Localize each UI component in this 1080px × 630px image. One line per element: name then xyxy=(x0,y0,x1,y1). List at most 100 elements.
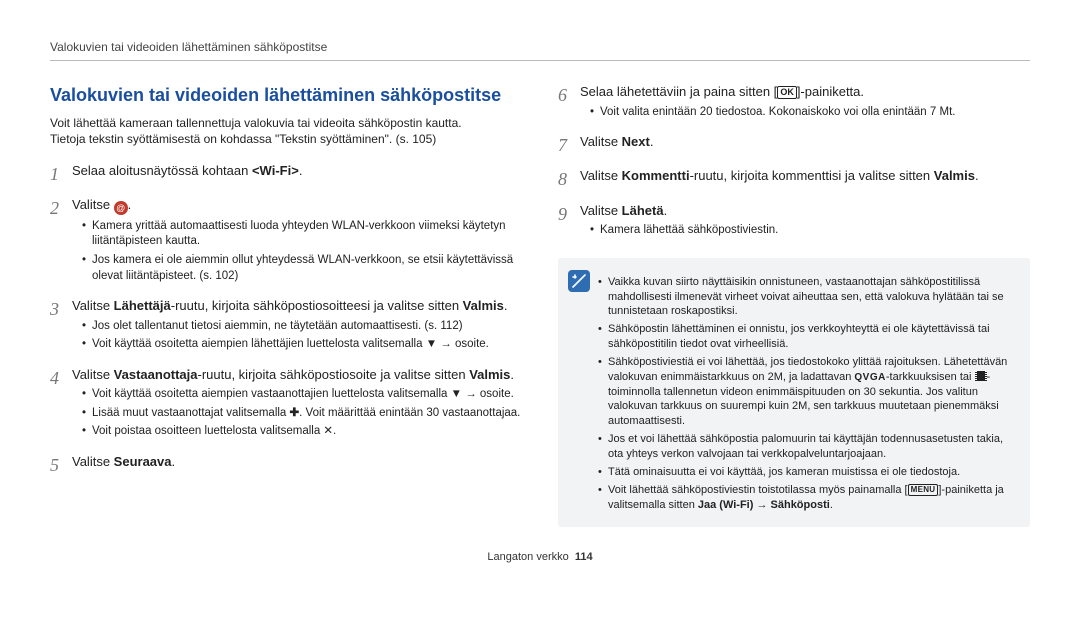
t: . xyxy=(664,203,668,218)
step-4-bullets: Voit käyttää osoitetta aiempien vastaano… xyxy=(72,387,522,440)
note-bullets: Vaikka kuvan siirto näyttäisikin onnistu… xyxy=(598,272,1018,516)
page-number: 114 xyxy=(575,551,593,563)
step-5: 5 Valitse Seuraava. xyxy=(50,453,522,477)
step-6: 6 Selaa lähetettäviin ja paina sitten [O… xyxy=(558,83,1030,123)
note-item: Sähköpostiviestiä ei voi lähettää, jos t… xyxy=(598,355,1018,429)
t: Voit lähettää sähköpostiviestin toistoti… xyxy=(608,484,908,496)
t: . xyxy=(975,168,979,183)
header-rule xyxy=(50,60,1030,61)
wifi-tag: <Wi-Fi> xyxy=(252,163,299,178)
intro-text: Voit lähettää kameraan tallennettuja val… xyxy=(50,115,522,147)
t: Lisää muut vastaanottajat valitsemalla xyxy=(92,407,290,419)
next-label: Seuraava xyxy=(114,454,172,469)
t: Valitse xyxy=(72,298,114,313)
done-label: Valmis xyxy=(469,367,510,382)
step-2: 2 Valitse @. Kamera yrittää automaattise… xyxy=(50,196,522,287)
page-root: Valokuvien tai videoiden lähettäminen sä… xyxy=(0,0,1080,583)
t: -ruutu, kirjoita sähköpostiosoite ja val… xyxy=(198,367,470,382)
step-9: 9 Valitse Lähetä. Kamera lähettää sähköp… xyxy=(558,202,1030,242)
step-3: 3 Valitse Lähettäjä-ruutu, kirjoita sähk… xyxy=(50,297,522,356)
arrow: → xyxy=(753,499,770,511)
step-2-post: . xyxy=(128,197,132,212)
step-3-text: Valitse Lähettäjä-ruutu, kirjoita sähköp… xyxy=(72,297,522,315)
step-2-pre: Valitse xyxy=(72,197,114,212)
step-number: 4 xyxy=(50,366,72,390)
ok-button-icon: OK xyxy=(777,86,797,99)
done-label: Valmis xyxy=(934,168,975,183)
step-1-pre: Selaa aloitusnäytössä kohtaan xyxy=(72,163,252,178)
plus-icon: ✚ xyxy=(290,407,300,419)
step-3-bullets: Jos olet tallentanut tietosi aiemmin, ne… xyxy=(72,319,522,353)
t: Valitse xyxy=(72,367,114,382)
note-box: Vaikka kuvan siirto näyttäisikin onnistu… xyxy=(558,258,1030,528)
sender-label: Lähettäjä xyxy=(114,298,171,313)
step-8-text: Valitse Kommentti-ruutu, kirjoita kommen… xyxy=(580,167,1030,185)
bullet: Lisää muut vastaanottajat valitsemalla ✚… xyxy=(82,406,522,422)
intro-line-a: Voit lähettää kameraan tallennettuja val… xyxy=(50,116,462,130)
step-4-text: Valitse Vastaanottaja-ruutu, kirjoita sä… xyxy=(72,366,522,384)
step-7: 7 Valitse Next. xyxy=(558,133,1030,157)
step-4: 4 Valitse Vastaanottaja-ruutu, kirjoita … xyxy=(50,366,522,443)
t: Selaa lähetettäviin ja paina sitten [ xyxy=(580,84,777,99)
note-item: Tätä ominaisuutta ei voi käyttää, jos ka… xyxy=(598,465,1018,480)
step-number: 8 xyxy=(558,167,580,191)
qvga-icon: QVGA xyxy=(854,371,885,385)
columns: Valokuvien tai videoiden lähettäminen sä… xyxy=(50,83,1030,527)
t: . xyxy=(650,134,654,149)
step-1-post: . xyxy=(299,163,303,178)
right-column: 6 Selaa lähetettäviin ja paina sitten [O… xyxy=(558,83,1030,527)
section-title: Valokuvien tai videoiden lähettäminen sä… xyxy=(50,83,522,107)
t: . xyxy=(172,454,176,469)
t: Valitse xyxy=(72,454,114,469)
left-column: Valokuvien tai videoiden lähettäminen sä… xyxy=(50,83,522,527)
note-item: Vaikka kuvan siirto näyttäisikin onnistu… xyxy=(598,275,1018,320)
note-item: Voit lähettää sähköpostiviestin toistoti… xyxy=(598,483,1018,513)
t: -tarkkuuksisen tai xyxy=(886,371,975,383)
bullet: Voit valita enintään 20 tiedostoa. Kokon… xyxy=(590,105,1030,121)
bullet: Voit poistaa osoitteen luettelosta valit… xyxy=(82,424,522,440)
note-item: Jos et voi lähettää sähköpostia palomuur… xyxy=(598,432,1018,462)
step-9-bullets: Kamera lähettää sähköpostiviestin. xyxy=(580,223,1030,239)
page-footer: Langaton verkko 114 xyxy=(50,551,1030,563)
send-label: Lähetä xyxy=(622,203,664,218)
t: . Voit määrittää enintään 30 vastaanotta… xyxy=(299,407,520,419)
done-label: Valmis xyxy=(463,298,504,313)
step-number: 5 xyxy=(50,453,72,477)
comment-label: Kommentti xyxy=(622,168,690,183)
bullet: Jos kamera ei ole aiemmin ollut yhteydes… xyxy=(82,253,522,284)
step-number: 1 xyxy=(50,162,72,186)
t: -ruutu, kirjoita sähköpostiosoitteesi ja… xyxy=(171,298,463,313)
share-wifi-label: Jaa (Wi-Fi) xyxy=(698,499,754,511)
next-label: Next xyxy=(622,134,650,149)
email-label: Sähköposti xyxy=(771,499,830,511)
step-6-bullets: Voit valita enintään 20 tiedostoa. Kokon… xyxy=(580,105,1030,121)
step-number: 7 xyxy=(558,133,580,157)
step-number: 3 xyxy=(50,297,72,321)
bullet: Kamera lähettää sähköpostiviestin. xyxy=(590,223,1030,239)
intro-line-b: Tietoja tekstin syöttämisestä on kohdass… xyxy=(50,132,436,146)
step-2-bullets: Kamera yrittää automaattisesti luoda yht… xyxy=(72,219,522,284)
t: Valitse xyxy=(580,168,622,183)
step-2-text: Valitse @. xyxy=(72,196,522,215)
note-icon xyxy=(568,270,590,292)
note-item: Sähköpostin lähettäminen ei onnistu, jos… xyxy=(598,322,1018,352)
t: -ruutu, kirjoita kommenttisi ja valitse … xyxy=(690,168,934,183)
t: Valitse xyxy=(580,134,622,149)
email-app-icon: @ xyxy=(114,201,128,215)
t: . xyxy=(830,499,833,511)
step-6-text: Selaa lähetettäviin ja paina sitten [OK]… xyxy=(580,83,1030,101)
t: Valitse xyxy=(580,203,622,218)
footer-section: Langaton verkko xyxy=(487,551,568,563)
bullet: Voit käyttää osoitetta aiempien vastaano… xyxy=(82,387,522,403)
step-number: 9 xyxy=(558,202,580,226)
t: ]-painiketta. xyxy=(797,84,864,99)
step-number: 6 xyxy=(558,83,580,107)
bullet: Voit käyttää osoitetta aiempien lähettäj… xyxy=(82,337,522,353)
film-icon xyxy=(975,371,987,381)
bullet: Kamera yrittää automaattisesti luoda yht… xyxy=(82,219,522,250)
t: . xyxy=(504,298,508,313)
step-9-text: Valitse Lähetä. xyxy=(580,202,1030,220)
step-1: 1 Selaa aloitusnäytössä kohtaan <Wi-Fi>. xyxy=(50,162,522,186)
step-5-text: Valitse Seuraava. xyxy=(72,453,522,471)
bullet: Jos olet tallentanut tietosi aiemmin, ne… xyxy=(82,319,522,335)
